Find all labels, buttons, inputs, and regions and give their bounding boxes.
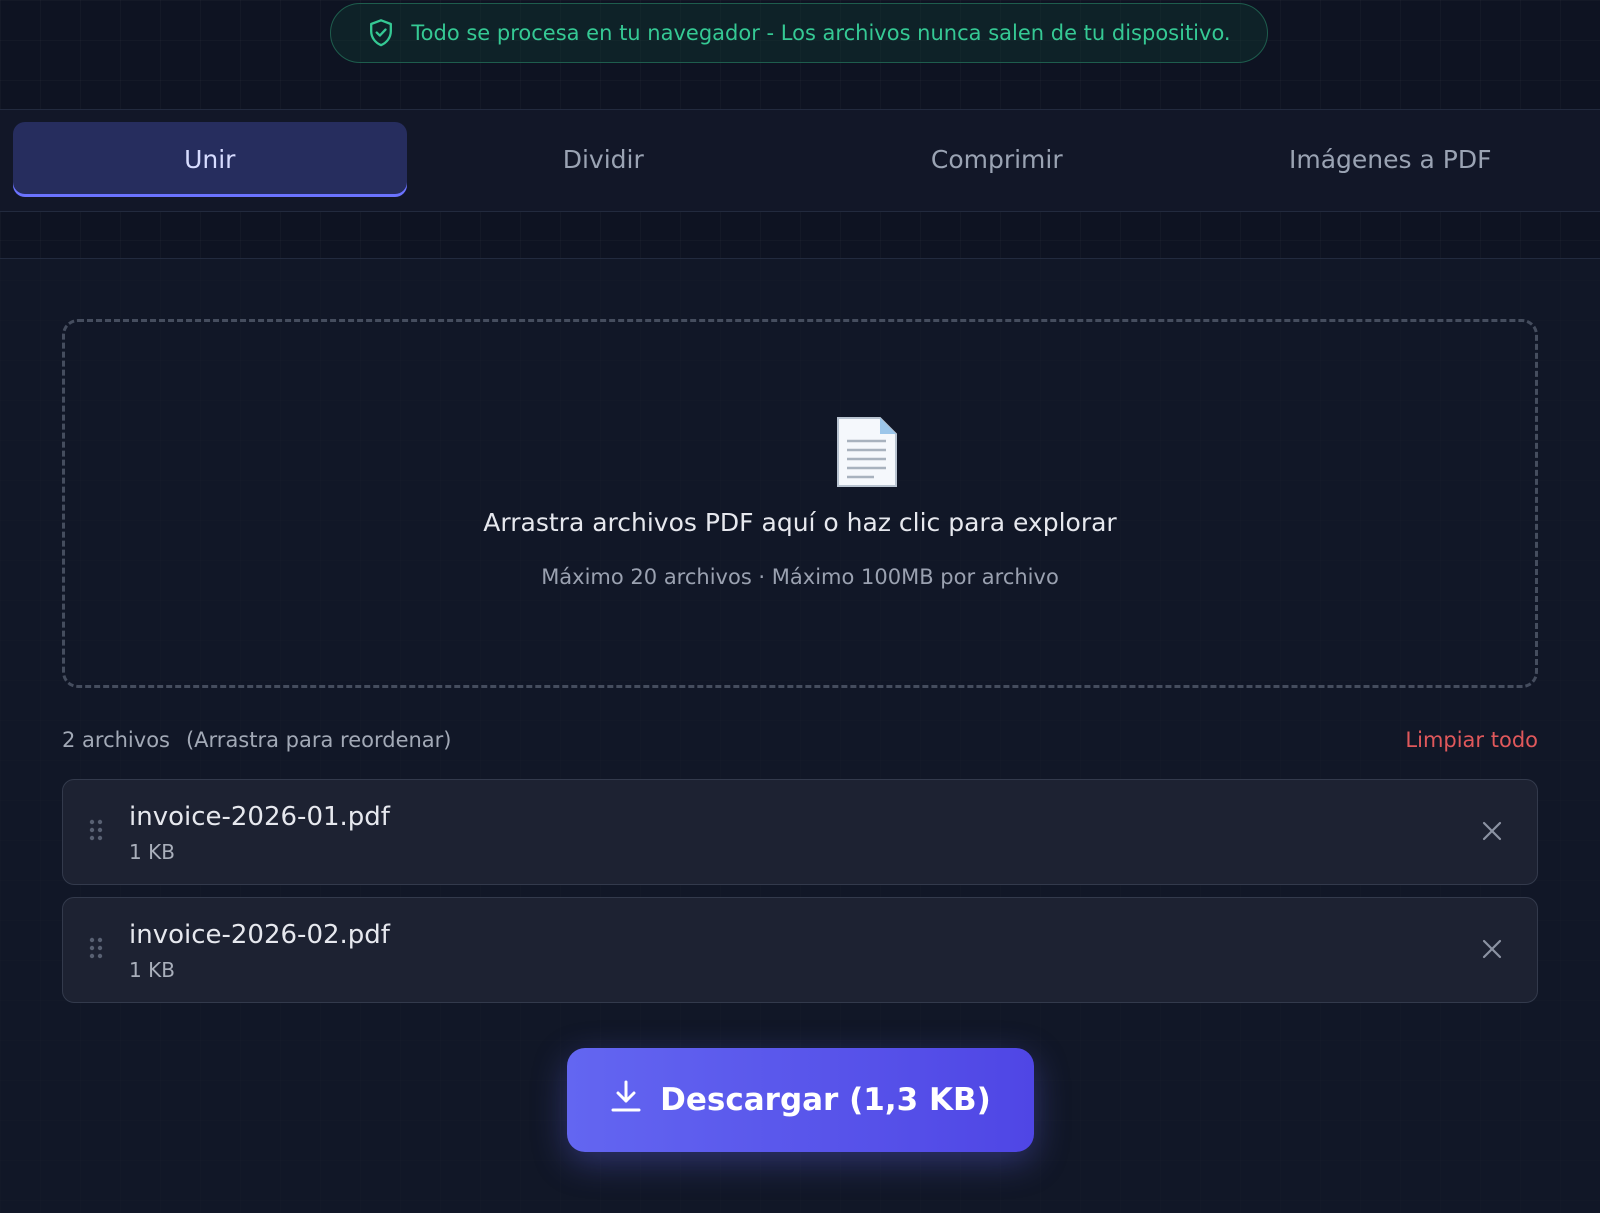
tab-imagenes-a-pdf[interactable]: Imágenes a PDF: [1194, 122, 1588, 197]
privacy-banner: Todo se procesa en tu navegador - Los ar…: [330, 3, 1268, 63]
file-size: 1 KB: [129, 840, 175, 864]
reorder-hint: (Arrastra para reordenar): [185, 728, 452, 752]
dropzone-title: Arrastra archivos PDF aquí o haz clic pa…: [483, 508, 1117, 537]
file-count: 2 archivos: [62, 728, 170, 752]
dropzone-limits: Máximo 20 archivos · Máximo 100MB por ar…: [541, 565, 1059, 589]
file-name: invoice-2026-02.pdf: [129, 920, 390, 950]
tab-unir[interactable]: Unir: [13, 122, 407, 197]
shield-check-icon: [367, 18, 395, 48]
privacy-text: Todo se procesa en tu navegador - Los ar…: [411, 21, 1231, 45]
merge-panel: Arrastra archivos PDF aquí o haz clic pa…: [0, 258, 1600, 1213]
clear-all-button[interactable]: Limpiar todo: [1405, 728, 1538, 752]
document-icon: [834, 414, 900, 494]
tab-dividir[interactable]: Dividir: [407, 122, 801, 197]
remove-file-icon[interactable]: [1481, 820, 1503, 846]
remove-file-icon[interactable]: [1481, 938, 1503, 964]
drag-handle-icon[interactable]: [89, 819, 103, 845]
download-label: Descargar (1,3 KB): [660, 1082, 991, 1118]
drag-handle-icon[interactable]: [89, 937, 103, 963]
download-icon: [610, 1079, 642, 1121]
file-item[interactable]: invoice-2026-01.pdf 1 KB: [62, 779, 1538, 885]
file-size: 1 KB: [129, 958, 175, 982]
file-item[interactable]: invoice-2026-02.pdf 1 KB: [62, 897, 1538, 1003]
tool-tabs: Unir Dividir Comprimir Imágenes a PDF: [0, 109, 1600, 212]
download-button[interactable]: Descargar (1,3 KB): [567, 1048, 1034, 1152]
file-name: invoice-2026-01.pdf: [129, 802, 390, 832]
file-list-header: 2 archivos (Arrastra para reordenar) Lim…: [62, 725, 1538, 755]
tab-comprimir[interactable]: Comprimir: [800, 122, 1194, 197]
file-dropzone[interactable]: Arrastra archivos PDF aquí o haz clic pa…: [62, 319, 1538, 688]
